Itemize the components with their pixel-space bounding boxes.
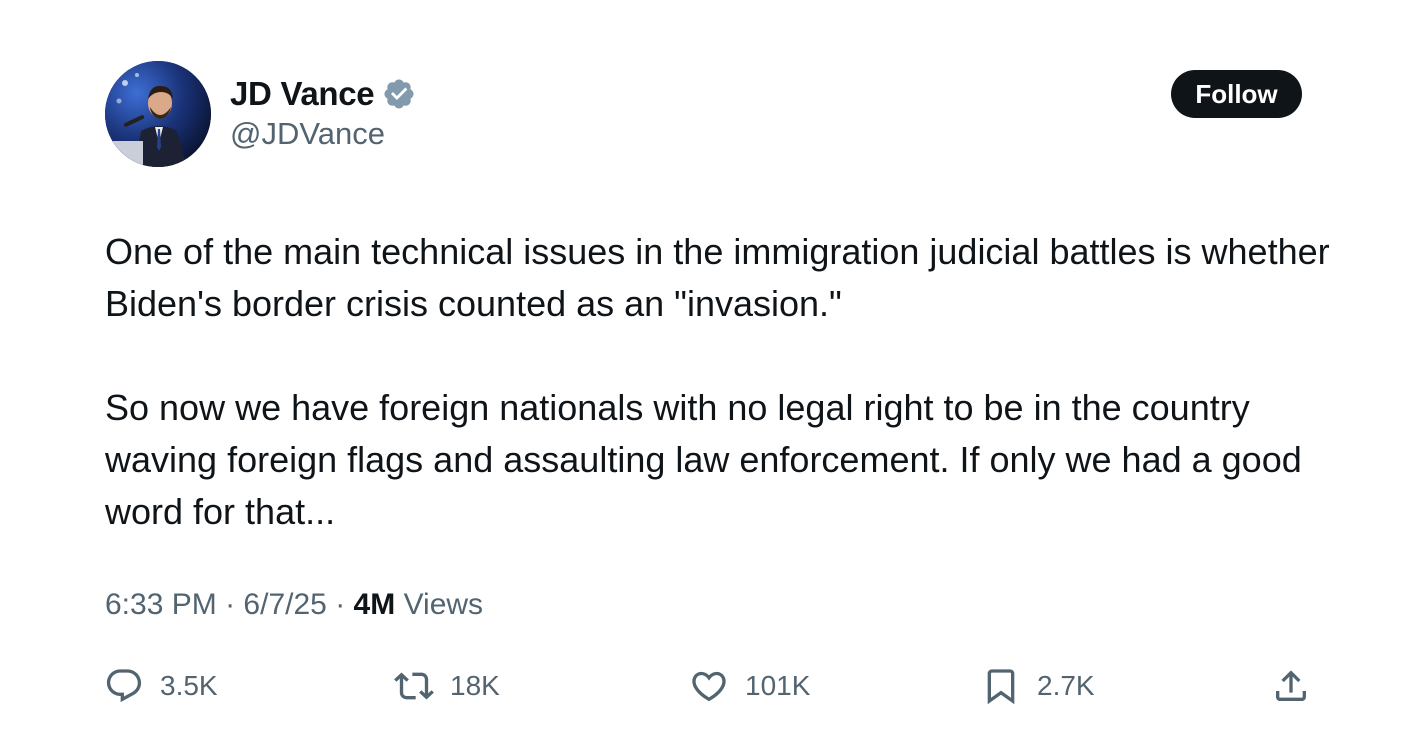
tweet-text: One of the main technical issues in the …: [105, 226, 1345, 538]
heart-icon: [692, 671, 726, 702]
like-count: 101K: [745, 670, 811, 701]
reply-button[interactable]: 3.5K: [104, 664, 218, 708]
tweet-paragraph: So now we have foreign nationals with no…: [105, 387, 1302, 532]
like-button[interactable]: 101K: [689, 664, 810, 708]
tweet-date[interactable]: 6/7/25: [243, 588, 326, 621]
reply-count: 3.5K: [160, 670, 218, 701]
verified-badge-icon[interactable]: [382, 77, 416, 111]
bookmark-icon: [987, 669, 1015, 705]
meta-separator: ·: [225, 588, 236, 621]
repost-count: 18K: [450, 670, 500, 701]
bookmark-button[interactable]: 2.7K: [981, 664, 1095, 708]
reply-icon: [106, 669, 142, 703]
views-count: 4M: [353, 588, 396, 621]
tweet-paragraph: One of the main technical issues in the …: [105, 231, 1330, 324]
avatar-photo: [105, 61, 211, 167]
tweet-meta: 6:33 PM · 6/7/25 · 4M Views: [105, 588, 483, 622]
author-handle[interactable]: @JDVance: [230, 116, 385, 152]
author-display-name[interactable]: JD Vance: [230, 75, 375, 113]
tweet-time[interactable]: 6:33 PM: [105, 588, 217, 621]
views-label: Views: [403, 588, 484, 621]
author-name-row: JD Vance: [230, 72, 416, 116]
share-button[interactable]: [1271, 664, 1311, 708]
avatar[interactable]: [105, 61, 211, 167]
meta-separator: ·: [335, 588, 346, 621]
bookmark-count: 2.7K: [1037, 670, 1095, 701]
share-icon: [1276, 670, 1306, 701]
follow-button[interactable]: Follow: [1171, 70, 1302, 118]
repost-icon: [394, 672, 434, 700]
repost-button[interactable]: 18K: [394, 664, 500, 708]
